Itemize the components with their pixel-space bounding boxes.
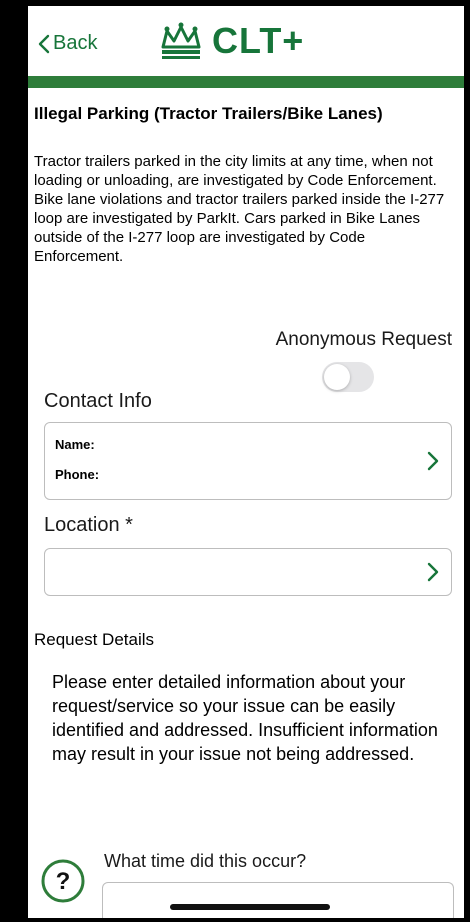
anonymous-request-label: Anonymous Request — [275, 329, 452, 350]
contact-name-label: Name: — [55, 437, 95, 452]
chevron-right-icon — [427, 562, 439, 582]
contact-info-card[interactable]: Name: Phone: — [44, 422, 452, 500]
chevron-left-icon — [38, 34, 50, 53]
app-screen: Back CLT+ Illegal Parking (Tractor Trail… — [28, 6, 464, 918]
toggle-knob — [324, 364, 350, 390]
anonymous-request-toggle[interactable] — [322, 362, 374, 392]
svg-text:?: ? — [56, 868, 71, 895]
back-label: Back — [53, 32, 98, 54]
question-label: What time did this occur? — [104, 851, 307, 871]
app-header: Back CLT+ — [28, 6, 464, 88]
request-details-label: Request Details — [34, 630, 155, 649]
brand-name: CLT+ — [212, 20, 305, 61]
contact-info-label: Contact Info — [44, 390, 152, 412]
header-divider — [28, 76, 464, 88]
question-answer-field[interactable] — [102, 882, 454, 918]
page-description: Tractor trailers parked in the city limi… — [34, 153, 445, 265]
home-indicator — [170, 904, 330, 910]
request-details-instructions: Please enter detailed information about … — [52, 672, 438, 764]
page-title: Illegal Parking (Tractor Trailers/Bike L… — [34, 104, 383, 123]
crown-icon — [161, 22, 201, 59]
location-label: Location * — [44, 514, 133, 536]
app-logo: CLT+ — [158, 20, 304, 62]
question-circle-icon[interactable]: ? — [40, 858, 86, 904]
chevron-right-icon — [427, 451, 439, 471]
contact-phone-label: Phone: — [55, 467, 100, 482]
back-button[interactable]: Back — [38, 32, 97, 55]
device-frame: Back CLT+ Illegal Parking (Tractor Trail… — [0, 0, 470, 922]
location-field[interactable] — [44, 548, 452, 596]
